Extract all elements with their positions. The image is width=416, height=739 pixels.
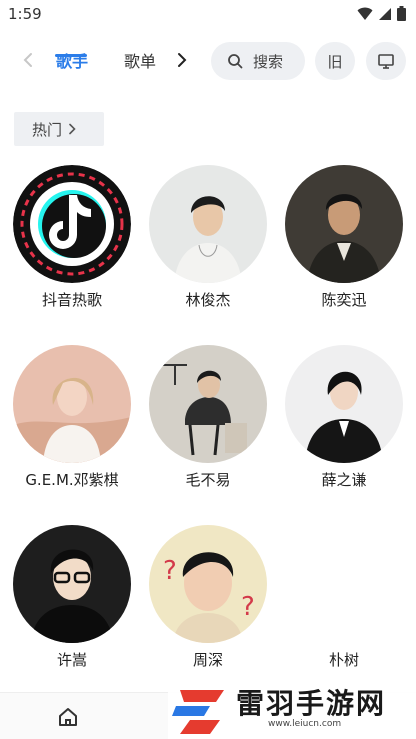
watermark-title: 雷羽手游网 — [236, 687, 387, 720]
artist-avatar: ? ? — [149, 525, 267, 643]
artist-name: 陈奕迅 — [321, 291, 367, 309]
watermark: 雷羽手游网 www.leiucn.com — [168, 678, 416, 739]
artist-avatar — [149, 345, 267, 463]
artist-photo — [13, 345, 131, 463]
artist-avatar — [13, 165, 131, 283]
home-icon[interactable] — [58, 707, 78, 727]
tab-playlist[interactable]: 歌单 — [124, 48, 156, 72]
artist-photo — [285, 165, 403, 283]
svg-text:?: ? — [163, 556, 177, 586]
artist-card[interactable]: ? ? 周深 — [149, 525, 267, 670]
artist-name: 抖音热歌 — [41, 291, 102, 309]
status-time: 1:59 — [8, 5, 42, 23]
wifi-icon — [357, 7, 373, 20]
artist-card[interactable]: 许嵩 — [13, 525, 131, 670]
artist-name: 朴树 — [328, 651, 359, 669]
cast-screen-button[interactable] — [366, 42, 406, 80]
artist-photo — [149, 165, 267, 283]
artist-avatar — [285, 345, 403, 463]
chevron-right-icon[interactable] — [172, 50, 192, 70]
artist-card[interactable]: 抖音热歌 — [13, 165, 131, 310]
artist-avatar-empty — [285, 525, 403, 643]
hot-label: 热门 — [32, 120, 63, 139]
artist-photo — [285, 345, 403, 463]
artist-card[interactable]: 薛之谦 — [285, 345, 403, 490]
artist-card[interactable]: 毛不易 — [149, 345, 267, 490]
watermark-logo-icon — [172, 690, 224, 734]
artist-photo: ? ? — [149, 525, 267, 643]
artist-name: 林俊杰 — [185, 291, 231, 309]
top-navigation: 歌手 歌单 搜索 旧 — [0, 38, 416, 88]
artist-card[interactable]: G.E.M.邓紫棋 — [13, 345, 131, 490]
artist-avatar — [149, 165, 267, 283]
artist-card[interactable]: 林俊杰 — [149, 165, 267, 310]
artist-name: 薛之谦 — [321, 471, 367, 489]
battery-icon — [397, 6, 406, 21]
artist-card[interactable]: 陈奕迅 — [285, 165, 403, 310]
status-icons — [357, 6, 406, 21]
tiktok-logo-icon — [13, 165, 131, 283]
hot-filter-button[interactable]: 热门 — [14, 112, 104, 146]
old-version-label: 旧 — [327, 52, 343, 71]
artist-avatar — [13, 345, 131, 463]
artist-name: 许嵩 — [56, 651, 87, 669]
watermark-url: www.leiucn.com — [268, 719, 342, 729]
svg-text:?: ? — [241, 592, 255, 622]
artist-avatar — [285, 165, 403, 283]
old-version-button[interactable]: 旧 — [315, 42, 355, 80]
artist-card[interactable]: 朴树 — [285, 525, 403, 670]
artist-name: 周深 — [192, 651, 223, 669]
artist-name: 毛不易 — [185, 471, 231, 489]
artist-name: G.E.M.邓紫棋 — [25, 471, 119, 489]
artist-photo — [13, 525, 131, 643]
signal-icon — [379, 7, 391, 20]
artist-avatar — [13, 525, 131, 643]
search-label: 搜索 — [253, 52, 284, 71]
artist-photo — [149, 345, 267, 463]
search-icon — [228, 54, 243, 69]
active-tab-indicator — [55, 54, 87, 57]
chevron-right-small-icon — [69, 123, 76, 135]
search-button[interactable]: 搜索 — [211, 42, 305, 80]
status-bar: 1:59 — [0, 0, 416, 30]
tab-singer[interactable]: 歌手 — [56, 48, 88, 72]
monitor-icon — [378, 53, 394, 69]
chevron-left-icon[interactable] — [18, 50, 38, 70]
